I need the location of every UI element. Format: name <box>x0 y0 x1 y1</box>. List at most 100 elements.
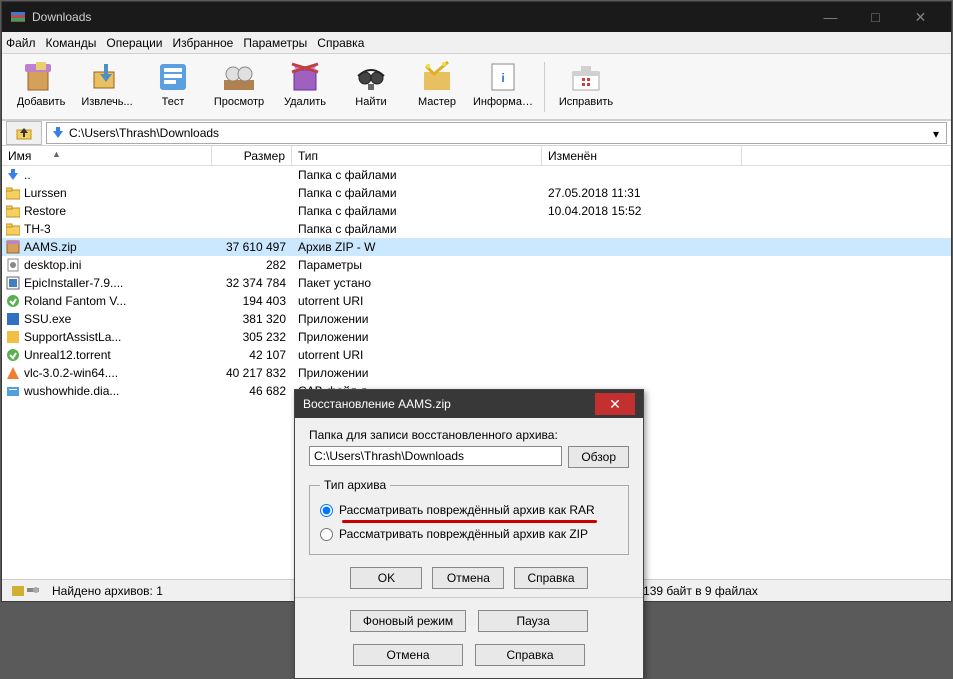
path-dropdown[interactable]: ▾ <box>928 126 944 142</box>
file-type: Параметры <box>292 258 542 272</box>
table-row[interactable]: Roland Fantom V...194 403utorrent URI <box>2 292 951 310</box>
help-button[interactable]: Справка <box>514 567 587 589</box>
file-name: Roland Fantom V... <box>24 294 126 308</box>
column-name[interactable]: Имя▲ <box>2 146 212 165</box>
app-icon <box>10 9 26 25</box>
file-type: Папка с файлами <box>292 168 542 182</box>
sort-indicator-icon: ▲ <box>52 149 61 159</box>
column-type[interactable]: Тип <box>292 146 542 165</box>
cancel2-button[interactable]: Отмена <box>353 644 463 666</box>
titlebar[interactable]: Downloads — □ ✕ <box>2 2 951 32</box>
view-button[interactable]: Просмотр <box>208 58 270 108</box>
file-size: 194 403 <box>212 294 292 308</box>
file-size: 46 682 <box>212 384 292 398</box>
file-type: Папка с файлами <box>292 186 542 200</box>
file-icon <box>6 312 20 326</box>
menu-commands[interactable]: Команды <box>46 36 97 50</box>
find-button[interactable]: Найти <box>340 58 402 108</box>
repair-button[interactable]: Исправить <box>555 58 617 108</box>
pathbar: C:\Users\Thrash\Downloads ▾ <box>2 120 951 146</box>
cancel-button[interactable]: Отмена <box>432 567 504 589</box>
dialog-close-button[interactable]: ✕ <box>595 393 635 415</box>
file-size: 40 217 832 <box>212 366 292 380</box>
add-button[interactable]: Добавить <box>10 58 72 108</box>
file-type: Приложении <box>292 330 542 344</box>
radio-rar-input[interactable] <box>320 504 333 517</box>
file-type: Папка с файлами <box>292 204 542 218</box>
file-icon <box>6 204 20 218</box>
background-button[interactable]: Фоновый режим <box>350 610 466 632</box>
table-row[interactable]: vlc-3.0.2-win64.... 40 217 832Приложении <box>2 364 951 382</box>
path-input[interactable]: C:\Users\Thrash\Downloads ▾ <box>46 122 947 144</box>
file-name: vlc-3.0.2-win64.... <box>24 366 118 380</box>
file-type: Приложении <box>292 312 542 326</box>
file-modified: 27.05.2018 11:31 <box>542 186 742 200</box>
info-button[interactable]: i Информация <box>472 58 534 108</box>
menu-help[interactable]: Справка <box>317 36 364 50</box>
path-text: C:\Users\Thrash\Downloads <box>69 126 219 140</box>
repair-dialog: Восстановление AAMS.zip ✕ Папка для запи… <box>294 389 644 679</box>
window-title: Downloads <box>32 10 808 24</box>
radio-zip-input[interactable] <box>320 528 333 541</box>
table-row[interactable]: Lurssen Папка с файлами27.05.2018 11:31 <box>2 184 951 202</box>
close-button[interactable]: ✕ <box>898 3 943 31</box>
minimize-button[interactable]: — <box>808 3 853 31</box>
table-row[interactable]: SSU.exe381 320Приложении <box>2 310 951 328</box>
file-icon <box>6 186 20 200</box>
file-type: Приложении <box>292 366 542 380</box>
pause-button[interactable]: Пауза <box>478 610 588 632</box>
table-row[interactable]: .. Папка с файлами <box>2 166 951 184</box>
table-row[interactable]: EpicInstaller-7.9....32 374 784Пакет уст… <box>2 274 951 292</box>
list-header: Имя▲ Размер Тип Изменён <box>2 146 951 166</box>
file-icon <box>6 258 20 272</box>
archive-type-group: Тип архива Рассматривать повреждённый ар… <box>309 478 629 555</box>
view-icon <box>222 60 256 94</box>
extract-button[interactable]: Извлечь... <box>76 58 138 108</box>
status-left: Найдено архивов: 1 <box>52 584 163 598</box>
toolbar-separator <box>544 62 545 112</box>
ok-button[interactable]: OK <box>350 567 422 589</box>
file-icon <box>6 222 20 236</box>
file-name: Unreal12.torrent <box>24 348 111 362</box>
table-row[interactable]: AAMS.zip37 610 497Архив ZIP - W <box>2 238 951 256</box>
menubar: Файл Команды Операции Избранное Параметр… <box>2 32 951 54</box>
file-icon <box>6 366 20 380</box>
up-button[interactable] <box>6 121 42 145</box>
dialog-titlebar[interactable]: Восстановление AAMS.zip ✕ <box>295 390 643 418</box>
file-size: 305 232 <box>212 330 292 344</box>
file-icon <box>6 240 20 254</box>
radio-rar[interactable]: Рассматривать повреждённый архив как RAR <box>320 503 618 517</box>
find-icon <box>354 60 388 94</box>
help2-button[interactable]: Справка <box>475 644 585 666</box>
delete-button[interactable]: Удалить <box>274 58 336 108</box>
test-button[interactable]: Тест <box>142 58 204 108</box>
file-icon <box>6 294 20 308</box>
column-size[interactable]: Размер <box>212 146 292 165</box>
file-name: SSU.exe <box>24 312 71 326</box>
delete-icon <box>288 60 322 94</box>
file-name: .. <box>24 168 31 182</box>
menu-file[interactable]: Файл <box>6 36 36 50</box>
svg-text:i: i <box>501 71 504 85</box>
archive-type-legend: Тип архива <box>320 478 390 492</box>
column-modified[interactable]: Изменён <box>542 146 742 165</box>
table-row[interactable]: SupportAssistLa...305 232Приложении <box>2 328 951 346</box>
table-row[interactable]: TH-3Папка с файлами <box>2 220 951 238</box>
table-row[interactable]: desktop.ini282Параметры <box>2 256 951 274</box>
menu-favorites[interactable]: Избранное <box>173 36 234 50</box>
folder-path-input[interactable] <box>309 446 562 466</box>
dialog-title: Восстановление AAMS.zip <box>303 397 595 411</box>
browse-button[interactable]: Обзор <box>568 446 629 468</box>
file-name: EpicInstaller-7.9.... <box>24 276 123 290</box>
wizard-button[interactable]: Мастер <box>406 58 468 108</box>
radio-zip[interactable]: Рассматривать повреждённый архив как ZIP <box>320 527 618 541</box>
table-row[interactable]: RestoreПапка с файлами10.04.2018 15:52 <box>2 202 951 220</box>
file-name: Lurssen <box>24 186 67 200</box>
menu-operations[interactable]: Операции <box>106 36 162 50</box>
menu-options[interactable]: Параметры <box>243 36 307 50</box>
emphasis-underline <box>342 520 597 523</box>
maximize-button[interactable]: □ <box>853 3 898 31</box>
table-row[interactable]: Unreal12.torrent42 107utorrent URI <box>2 346 951 364</box>
status-lock-icon <box>12 584 40 598</box>
file-icon <box>6 330 20 344</box>
